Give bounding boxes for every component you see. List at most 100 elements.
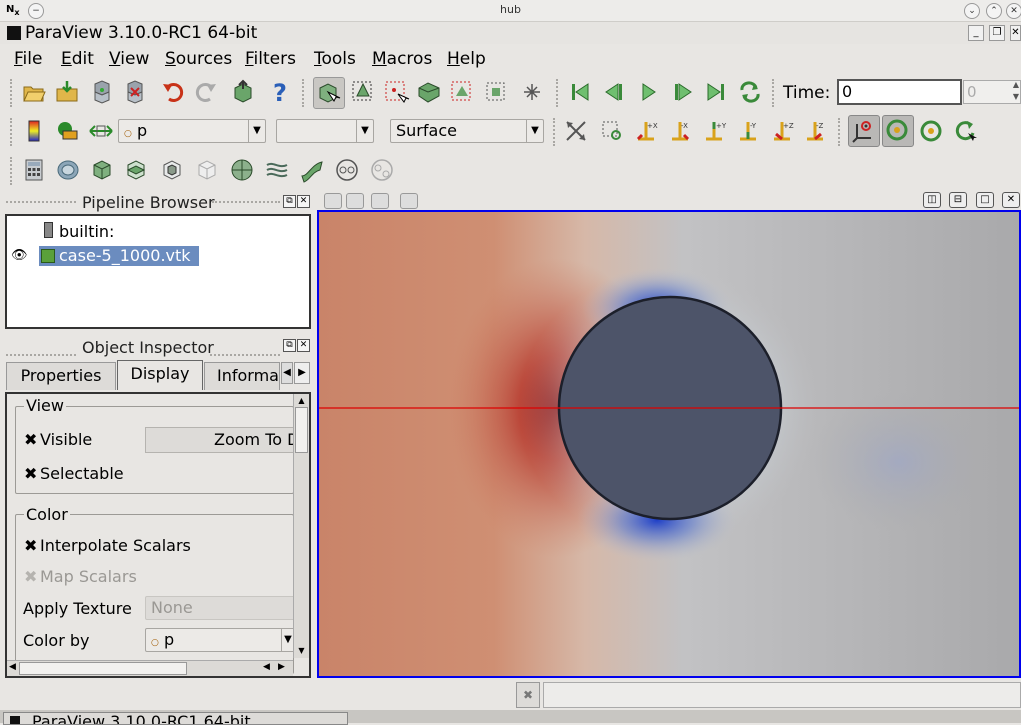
extract-subset-icon[interactable]: [193, 156, 221, 184]
menu-filters[interactable]: Filters: [245, 49, 296, 69]
redo-icon[interactable]: [192, 78, 220, 106]
rescale-range-icon[interactable]: [87, 117, 115, 145]
maximize-view-icon[interactable]: □: [976, 192, 994, 208]
clip-icon[interactable]: [88, 156, 116, 184]
calculator-icon[interactable]: [20, 156, 48, 184]
disconnect-server-icon[interactable]: [121, 78, 149, 106]
color-map-editor-icon[interactable]: [20, 117, 48, 145]
next-frame-icon[interactable]: [668, 78, 696, 106]
close-icon[interactable]: ✕: [1006, 3, 1021, 19]
toolbar-grip[interactable]: [10, 79, 14, 107]
spin-up-icon[interactable]: ▲: [1013, 80, 1019, 89]
scroll-up-icon[interactable]: ▲: [295, 394, 308, 407]
scroll-left-icon[interactable]: ◀: [9, 662, 16, 672]
float-panel-button[interactable]: ⧉: [283, 339, 296, 352]
visible-checkbox[interactable]: ✖ Visible: [24, 430, 92, 449]
view-minus-z-icon[interactable]: -Z: [801, 117, 829, 145]
camera-undo-icon[interactable]: [229, 78, 257, 106]
camera-link-icon[interactable]: [346, 193, 364, 209]
scroll-down-icon[interactable]: ▼: [295, 644, 308, 657]
clear-selection-icon[interactable]: [518, 78, 546, 106]
panel-grip[interactable]: [212, 201, 280, 203]
reset-center-icon[interactable]: [882, 115, 914, 147]
panel-grip[interactable]: [6, 354, 76, 356]
undo-icon[interactable]: [159, 78, 187, 106]
pick-center-icon[interactable]: [917, 117, 945, 145]
select-frustum-points-icon[interactable]: [448, 78, 476, 106]
menu-file[interactable]: File: [14, 49, 42, 69]
visibility-eye-icon[interactable]: 👁: [11, 248, 28, 263]
spreadsheet-icon[interactable]: [371, 193, 389, 209]
color-legend-icon[interactable]: [53, 117, 81, 145]
contour-icon[interactable]: [54, 156, 82, 184]
minimize-button[interactable]: _: [968, 25, 984, 41]
previous-frame-icon[interactable]: [601, 78, 629, 106]
close-view-icon[interactable]: ✕: [1002, 192, 1020, 208]
split-horizontal-icon[interactable]: ◫: [923, 192, 941, 208]
last-frame-icon[interactable]: [702, 78, 730, 106]
toolbar-grip[interactable]: [10, 157, 14, 185]
extract-level-icon[interactable]: [368, 156, 396, 184]
taskbar-item-paraview[interactable]: ParaView 3.10.0-RC1 64-bit: [3, 712, 348, 725]
show-center-axes-icon[interactable]: [848, 115, 880, 147]
toolbar-grip[interactable]: [838, 118, 842, 146]
scroll-left-icon[interactable]: ◀: [263, 662, 270, 672]
representation-select[interactable]: Surface ▼: [390, 119, 544, 143]
view-settings-icon[interactable]: [400, 193, 418, 209]
reset-camera-icon[interactable]: [562, 117, 590, 145]
view-minus-x-icon[interactable]: -X: [666, 117, 694, 145]
open-folder-icon[interactable]: [20, 78, 48, 106]
stream-tracer-icon[interactable]: [263, 156, 291, 184]
load-state-icon[interactable]: [53, 78, 81, 106]
view-plus-z-icon[interactable]: +Z: [768, 117, 796, 145]
capture-view-icon[interactable]: [324, 193, 342, 209]
select-surface-icon[interactable]: [349, 78, 377, 106]
scroll-thumb[interactable]: [295, 407, 308, 453]
zoom-to-box-icon[interactable]: [598, 117, 626, 145]
pipeline-item-builtin[interactable]: builtin:: [59, 222, 114, 241]
tab-properties[interactable]: Properties: [6, 362, 116, 390]
view-plus-y-icon[interactable]: +Y: [700, 117, 728, 145]
toolbar-grip[interactable]: [553, 118, 557, 146]
rotation-center-pick-icon[interactable]: [951, 117, 979, 145]
menu-view[interactable]: View: [109, 49, 149, 69]
view-minus-y-icon[interactable]: -Y: [734, 117, 762, 145]
panel-grip[interactable]: [210, 354, 280, 356]
maximize-icon[interactable]: ⌃: [986, 3, 1002, 19]
component-select[interactable]: ▼: [276, 119, 374, 143]
color-by-select[interactable]: ○ p ▼: [145, 628, 295, 652]
scroll-thumb[interactable]: [19, 662, 187, 675]
tab-scroll-left-icon[interactable]: ◀: [281, 362, 293, 384]
panel-grip[interactable]: [6, 201, 76, 203]
interact-mode-icon[interactable]: [313, 77, 345, 109]
glyph-icon[interactable]: [228, 156, 256, 184]
zoom-to-data-button[interactable]: Zoom To Data: [145, 427, 295, 453]
horizontal-scrollbar[interactable]: ◀ ◀ ▶: [7, 660, 293, 676]
close-panel-button[interactable]: ✕: [297, 195, 310, 208]
menu-tools[interactable]: Tools: [314, 49, 356, 69]
play-icon[interactable]: [634, 78, 662, 106]
view-plus-x-icon[interactable]: +X: [632, 117, 660, 145]
vertical-scrollbar[interactable]: ▲ ▼: [293, 394, 309, 658]
color-array-select[interactable]: ○ p ▼: [118, 119, 266, 143]
threshold-icon[interactable]: [158, 156, 186, 184]
connect-server-icon[interactable]: [88, 78, 116, 106]
toolbar-grip[interactable]: [10, 118, 14, 146]
pipeline-item-case-vtk[interactable]: case-5_1000.vtk: [39, 246, 199, 266]
render-view[interactable]: [317, 210, 1021, 678]
map-scalars-checkbox[interactable]: ✖ Map Scalars: [24, 567, 137, 586]
select-frustum-icon[interactable]: [415, 78, 443, 106]
help-icon[interactable]: ?: [266, 78, 294, 107]
cancel-progress-button[interactable]: ✖: [516, 682, 540, 708]
slice-icon[interactable]: [122, 156, 150, 184]
first-frame-icon[interactable]: [566, 78, 594, 106]
loop-icon[interactable]: [736, 78, 764, 106]
render-canvas[interactable]: [319, 212, 1019, 676]
time-step-spinbox[interactable]: 0 ▲ ▼: [963, 80, 1021, 104]
restore-button[interactable]: ❐: [989, 25, 1005, 41]
group-datasets-icon[interactable]: [333, 156, 361, 184]
chevron-down-icon[interactable]: ⌄: [964, 3, 980, 19]
float-panel-button[interactable]: ⧉: [283, 195, 296, 208]
interpolate-scalars-checkbox[interactable]: ✖ Interpolate Scalars: [24, 536, 191, 555]
close-button[interactable]: ✕: [1010, 25, 1021, 41]
